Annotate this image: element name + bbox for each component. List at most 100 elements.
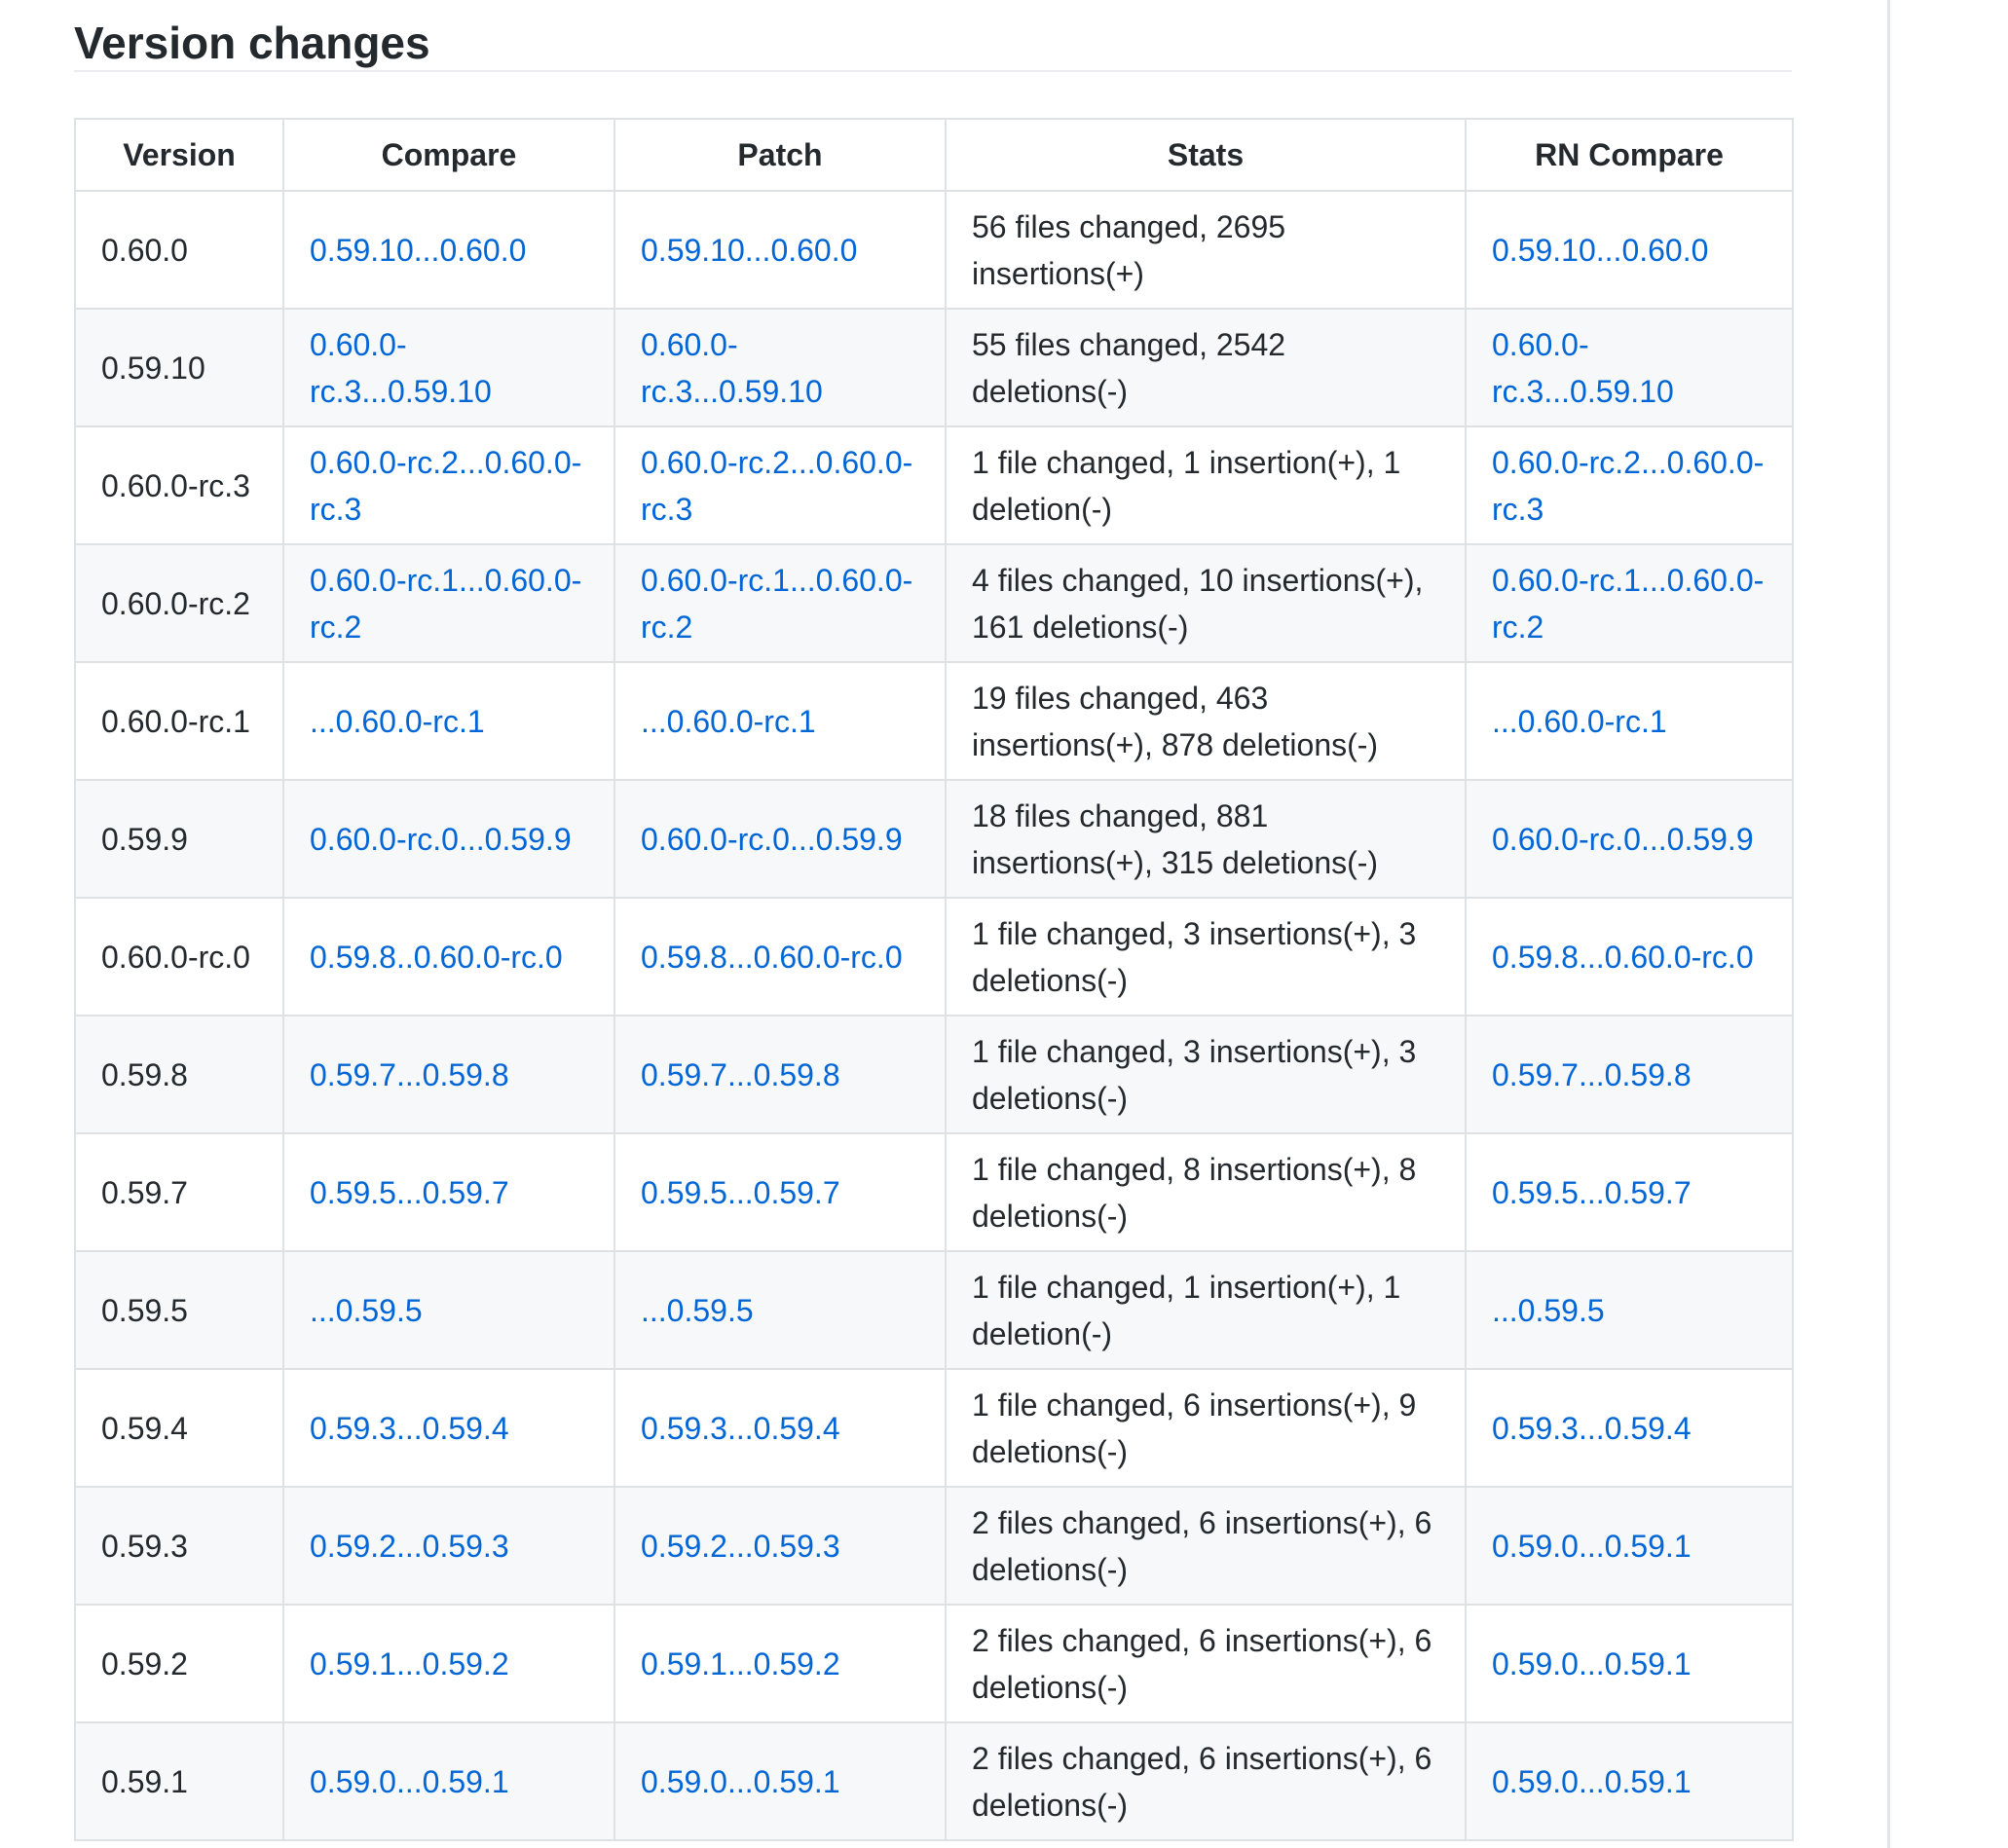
- stats-cell: 2 files changed, 6 insertions(+), 6 dele…: [945, 1486, 1467, 1606]
- column-header-patch: Patch: [614, 118, 947, 192]
- patch-cell: 0.59.7...0.59.8: [614, 1015, 947, 1134]
- patch-link[interactable]: 0.59.2...0.59.3: [641, 1529, 840, 1564]
- patch-link[interactable]: 0.60.0-rc.3...0.59.10: [641, 327, 823, 409]
- table-header-row: Version Compare Patch Stats RN Compare: [74, 118, 1794, 192]
- compare-cell: 0.60.0-rc.0...0.59.9: [282, 779, 615, 899]
- rn-compare-link[interactable]: 0.59.0...0.59.1: [1492, 1764, 1692, 1799]
- patch-link[interactable]: 0.59.8...0.60.0-rc.0: [641, 940, 903, 975]
- version-cell: 0.59.5: [74, 1250, 284, 1370]
- compare-link[interactable]: 0.59.8..0.60.0-rc.0: [310, 940, 563, 975]
- compare-link[interactable]: 0.60.0-rc.3...0.59.10: [310, 327, 492, 409]
- table-row: 0.59.8 0.59.7...0.59.8 0.59.7...0.59.8 1…: [74, 1015, 1794, 1134]
- compare-cell: ...0.59.5: [282, 1250, 615, 1370]
- compare-link[interactable]: ...0.59.5: [310, 1293, 423, 1328]
- stats-cell: 1 file changed, 1 insertion(+), 1 deleti…: [945, 425, 1467, 545]
- rn-compare-cell: 0.59.10...0.60.0: [1465, 190, 1794, 310]
- patch-link[interactable]: 0.59.7...0.59.8: [641, 1057, 840, 1092]
- stats-cell: 1 file changed, 8 insertions(+), 8 delet…: [945, 1132, 1467, 1252]
- stats-cell: 1 file changed, 3 insertions(+), 3 delet…: [945, 1015, 1467, 1134]
- table-row: 0.59.5 ...0.59.5 ...0.59.5 1 file change…: [74, 1250, 1794, 1370]
- patch-cell: 0.59.2...0.59.3: [614, 1486, 947, 1606]
- stats-cell: 55 files changed, 2542 deletions(-): [945, 308, 1467, 427]
- section-heading: Version changes: [74, 0, 1792, 72]
- stats-cell: 4 files changed, 10 insertions(+), 161 d…: [945, 543, 1467, 663]
- patch-cell: 0.60.0-rc.2...0.60.0-rc.3: [614, 425, 947, 545]
- patch-cell: 0.60.0-rc.3...0.59.10: [614, 308, 947, 427]
- compare-link[interactable]: 0.59.5...0.59.7: [310, 1175, 509, 1210]
- compare-link[interactable]: 0.60.0-rc.1...0.60.0-rc.2: [310, 563, 581, 645]
- patch-link[interactable]: 0.59.3...0.59.4: [641, 1411, 840, 1446]
- markdown-content: Version changes Version Compare Patch St…: [74, 0, 1794, 1841]
- rn-compare-cell: 0.59.3...0.59.4: [1465, 1368, 1794, 1488]
- rn-compare-link[interactable]: ...0.60.0-rc.1: [1492, 704, 1667, 739]
- rn-compare-link[interactable]: 0.60.0-rc.2...0.60.0-rc.3: [1492, 445, 1764, 527]
- table-row: 0.59.7 0.59.5...0.59.7 0.59.5...0.59.7 1…: [74, 1132, 1794, 1252]
- patch-link[interactable]: 0.60.0-rc.2...0.60.0-rc.3: [641, 445, 912, 527]
- rn-compare-link[interactable]: 0.60.0-rc.3...0.59.10: [1492, 327, 1674, 409]
- table-row: 0.60.0-rc.2 0.60.0-rc.1...0.60.0-rc.2 0.…: [74, 543, 1794, 663]
- version-cell: 0.59.4: [74, 1368, 284, 1488]
- compare-link[interactable]: ...0.60.0-rc.1: [310, 704, 485, 739]
- rn-compare-link[interactable]: 0.60.0-rc.0...0.59.9: [1492, 822, 1754, 857]
- version-cell: 0.59.10: [74, 308, 284, 427]
- compare-cell: 0.59.7...0.59.8: [282, 1015, 615, 1134]
- rn-compare-link[interactable]: 0.59.8...0.60.0-rc.0: [1492, 940, 1754, 975]
- table-row: 0.60.0-rc.3 0.60.0-rc.2...0.60.0-rc.3 0.…: [74, 425, 1794, 545]
- patch-link[interactable]: 0.59.10...0.60.0: [641, 233, 857, 268]
- rn-compare-cell: 0.59.0...0.59.1: [1465, 1604, 1794, 1723]
- rn-compare-cell: 0.60.0-rc.3...0.59.10: [1465, 308, 1794, 427]
- patch-cell: 0.59.10...0.60.0: [614, 190, 947, 310]
- version-cell: 0.60.0-rc.1: [74, 661, 284, 781]
- rn-compare-cell: 0.59.7...0.59.8: [1465, 1015, 1794, 1134]
- patch-cell: 0.59.3...0.59.4: [614, 1368, 947, 1488]
- patch-link[interactable]: ...0.60.0-rc.1: [641, 704, 816, 739]
- patch-link[interactable]: 0.59.5...0.59.7: [641, 1175, 840, 1210]
- rn-compare-cell: 0.59.8...0.60.0-rc.0: [1465, 897, 1794, 1016]
- patch-link[interactable]: ...0.59.5: [641, 1293, 754, 1328]
- compare-link[interactable]: 0.60.0-rc.0...0.59.9: [310, 822, 572, 857]
- patch-cell: 0.59.5...0.59.7: [614, 1132, 947, 1252]
- rn-compare-link[interactable]: 0.59.0...0.59.1: [1492, 1646, 1692, 1682]
- patch-link[interactable]: 0.59.1...0.59.2: [641, 1646, 840, 1682]
- table-row: 0.59.1 0.59.0...0.59.1 0.59.0...0.59.1 2…: [74, 1721, 1794, 1841]
- stats-cell: 1 file changed, 3 insertions(+), 3 delet…: [945, 897, 1467, 1016]
- compare-link[interactable]: 0.59.0...0.59.1: [310, 1764, 509, 1799]
- stats-cell: 19 files changed, 463 insertions(+), 878…: [945, 661, 1467, 781]
- rn-compare-link[interactable]: ...0.59.5: [1492, 1293, 1605, 1328]
- patch-cell: ...0.60.0-rc.1: [614, 661, 947, 781]
- rn-compare-link[interactable]: 0.60.0-rc.1...0.60.0-rc.2: [1492, 563, 1764, 645]
- patch-link[interactable]: 0.60.0-rc.1...0.60.0-rc.2: [641, 563, 912, 645]
- version-cell: 0.60.0: [74, 190, 284, 310]
- rn-compare-cell: 0.60.0-rc.2...0.60.0-rc.3: [1465, 425, 1794, 545]
- version-cell: 0.59.8: [74, 1015, 284, 1134]
- patch-cell: ...0.59.5: [614, 1250, 947, 1370]
- stats-cell: 1 file changed, 1 insertion(+), 1 deleti…: [945, 1250, 1467, 1370]
- rn-compare-cell: 0.59.0...0.59.1: [1465, 1721, 1794, 1841]
- patch-cell: 0.59.0...0.59.1: [614, 1721, 947, 1841]
- rn-compare-link[interactable]: 0.59.3...0.59.4: [1492, 1411, 1692, 1446]
- compare-cell: 0.59.1...0.59.2: [282, 1604, 615, 1723]
- rn-compare-link[interactable]: 0.59.5...0.59.7: [1492, 1175, 1692, 1210]
- compare-cell: 0.60.0-rc.3...0.59.10: [282, 308, 615, 427]
- patch-link[interactable]: 0.60.0-rc.0...0.59.9: [641, 822, 903, 857]
- patch-link[interactable]: 0.59.0...0.59.1: [641, 1764, 840, 1799]
- compare-link[interactable]: 0.59.10...0.60.0: [310, 233, 526, 268]
- rn-compare-link[interactable]: 0.59.10...0.60.0: [1492, 233, 1708, 268]
- table-row: 0.60.0 0.59.10...0.60.0 0.59.10...0.60.0…: [74, 190, 1794, 310]
- rn-compare-cell: 0.59.0...0.59.1: [1465, 1486, 1794, 1606]
- patch-cell: 0.59.1...0.59.2: [614, 1604, 947, 1723]
- compare-link[interactable]: 0.59.3...0.59.4: [310, 1411, 509, 1446]
- sidebar-divider: [1887, 0, 1890, 1848]
- compare-cell: 0.59.10...0.60.0: [282, 190, 615, 310]
- table-row: 0.59.4 0.59.3...0.59.4 0.59.3...0.59.4 1…: [74, 1368, 1794, 1488]
- compare-link[interactable]: 0.60.0-rc.2...0.60.0-rc.3: [310, 445, 581, 527]
- compare-link[interactable]: 0.59.2...0.59.3: [310, 1529, 509, 1564]
- compare-cell: 0.59.2...0.59.3: [282, 1486, 615, 1606]
- compare-link[interactable]: 0.59.7...0.59.8: [310, 1057, 509, 1092]
- column-header-compare: Compare: [282, 118, 615, 192]
- stats-cell: 18 files changed, 881 insertions(+), 315…: [945, 779, 1467, 899]
- rn-compare-link[interactable]: 0.59.7...0.59.8: [1492, 1057, 1692, 1092]
- rn-compare-link[interactable]: 0.59.0...0.59.1: [1492, 1529, 1692, 1564]
- version-cell: 0.59.1: [74, 1721, 284, 1841]
- compare-link[interactable]: 0.59.1...0.59.2: [310, 1646, 509, 1682]
